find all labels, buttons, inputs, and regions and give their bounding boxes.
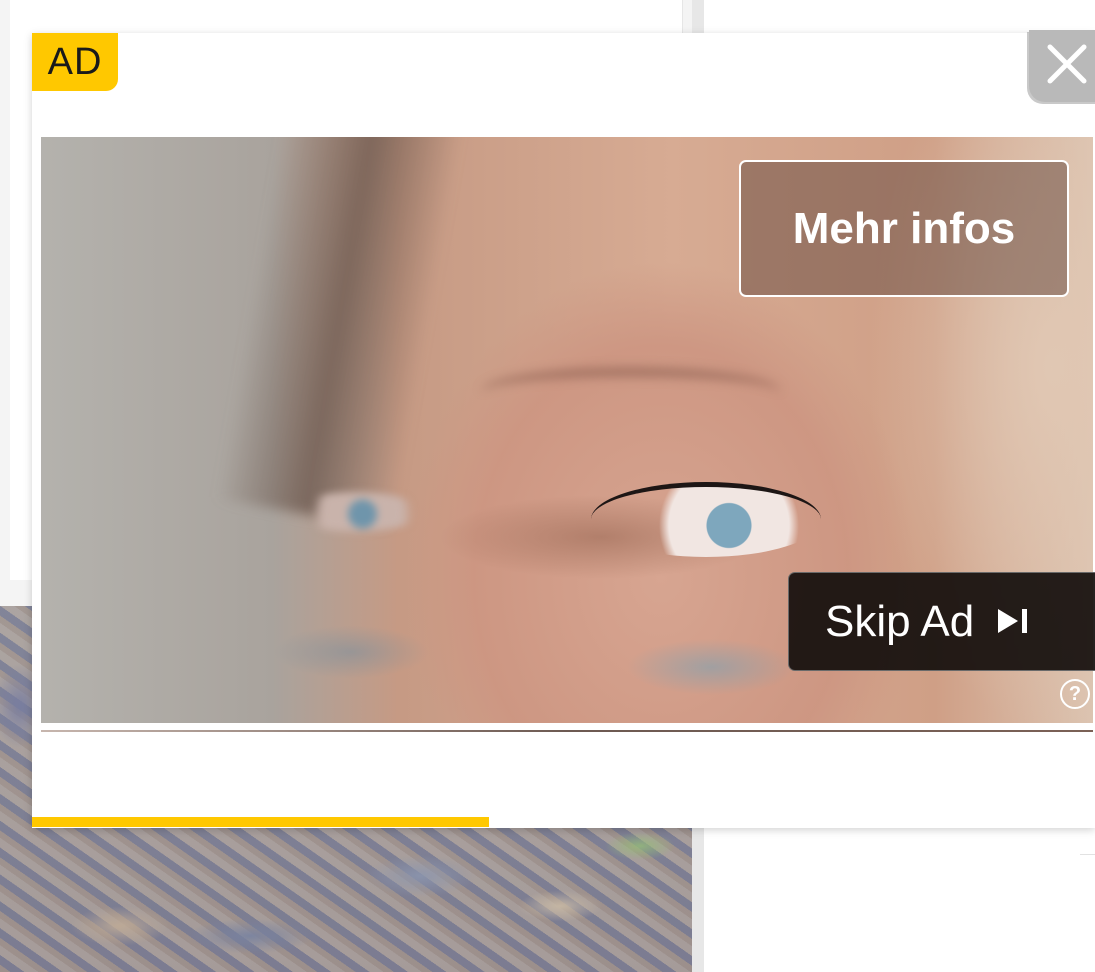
video-brow-shape — [481, 367, 781, 417]
ad-progress-fill — [32, 817, 489, 827]
video-baseline — [41, 730, 1093, 732]
question-circle-icon[interactable]: ? — [1060, 679, 1090, 709]
skip-ad-button[interactable]: Skip Ad — [788, 572, 1095, 671]
video-eye-left-shape — [291, 492, 421, 532]
background-rule — [1080, 830, 1095, 855]
more-info-button[interactable]: Mehr infos — [739, 160, 1069, 297]
ad-badge: AD — [32, 33, 118, 91]
close-button[interactable] — [1029, 30, 1095, 102]
ad-progress-bar — [32, 817, 1095, 827]
video-eye-right-shape — [591, 482, 821, 557]
close-icon — [1047, 44, 1087, 84]
video-hair-shape — [215, 137, 467, 530]
page: AD Mehr infos Skip Ad ? — [0, 0, 1095, 972]
skip-next-icon — [996, 597, 1030, 647]
skip-ad-label: Skip Ad — [825, 596, 975, 646]
